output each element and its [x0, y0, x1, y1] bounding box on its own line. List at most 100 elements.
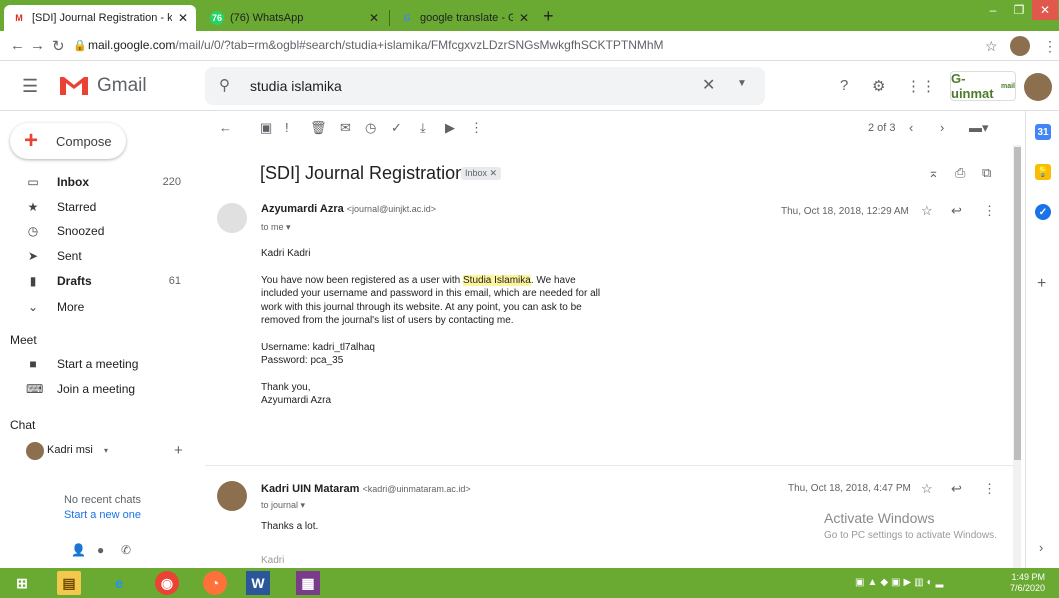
star-icon[interactable]: ☆	[921, 203, 933, 219]
reload-icon[interactable]: ↻	[52, 37, 65, 55]
start-meeting-item[interactable]: ■ Start a meeting	[0, 352, 205, 376]
browser-menu-icon[interactable]: ⋮	[1043, 38, 1057, 55]
calendar-icon[interactable]: 31	[1035, 124, 1051, 140]
chat-user-name: Kadri msi	[47, 444, 93, 456]
scrollbar-thumb[interactable]	[1014, 147, 1021, 460]
bookmark-star-icon[interactable]: ☆	[985, 38, 998, 55]
clear-search-icon[interactable]: ✕	[702, 75, 715, 95]
mark-unread-icon[interactable]: ✉	[340, 120, 351, 136]
message-sender[interactable]: Kadri UIN Mataram <kadri@uinmataram.ac.i…	[261, 483, 471, 495]
minimize-icon[interactable]: –	[980, 0, 1006, 20]
print-icon[interactable]: ⎙	[955, 165, 965, 181]
add-task-icon[interactable]: ✓	[391, 120, 402, 136]
reply-icon[interactable]: ↩	[951, 203, 962, 219]
sidebar-item-inbox[interactable]: ▭ Inbox 220	[0, 170, 205, 194]
chevron-down-icon[interactable]: ▾	[104, 446, 108, 455]
hangouts-icon[interactable]: ●	[97, 543, 104, 557]
search-input[interactable]: studia islamika	[250, 78, 342, 94]
label-icon[interactable]: ▶	[445, 120, 455, 136]
sidebar-item-sent[interactable]: ➤ Sent	[0, 244, 205, 268]
internet-explorer-icon[interactable]: e	[107, 571, 131, 595]
browser-profile-avatar[interactable]	[1010, 36, 1030, 56]
snooze-icon[interactable]: ◷	[365, 120, 376, 136]
account-avatar[interactable]	[1024, 73, 1052, 101]
compose-button[interactable]: + Compose	[10, 123, 126, 159]
sidebar-item-starred[interactable]: ★ Starred	[0, 195, 205, 219]
tab-gmail[interactable]: M [SDI] Journal Registration - kadri ✕	[4, 5, 196, 31]
report-spam-icon[interactable]: !	[285, 120, 289, 135]
search-icon[interactable]: ⚲	[219, 76, 230, 94]
sidebar-item-snoozed[interactable]: ◷ Snoozed	[0, 219, 205, 243]
phone-icon[interactable]: ✆	[121, 543, 131, 557]
back-arrow-icon[interactable]: ←	[10, 37, 25, 54]
tab-google-search[interactable]: G google translate - Google Search ✕	[392, 5, 537, 31]
move-to-icon[interactable]: ⤓	[420, 120, 426, 136]
newer-chevron-icon[interactable]: ‹	[909, 120, 913, 135]
sender-avatar	[217, 203, 247, 233]
delete-icon[interactable]: 🗑	[310, 120, 327, 136]
expand-panel-icon[interactable]: ›	[1039, 540, 1043, 555]
meet-heading: Meet	[10, 333, 37, 347]
system-tray-icons[interactable]: ▣▲◆▣▶▥◐▂	[855, 577, 946, 588]
windows-start-icon[interactable]: ⊞	[10, 571, 34, 595]
close-icon[interactable]: ✕	[369, 11, 379, 25]
open-new-window-icon[interactable]: ⧉	[982, 165, 991, 181]
person-icon[interactable]: 👤	[71, 543, 86, 557]
more-icon[interactable]: ⋮	[983, 481, 996, 497]
close-icon[interactable]: ✕	[178, 11, 188, 25]
search-options-icon[interactable]: ▼	[737, 78, 747, 89]
search-box[interactable]: ⚲ studia islamika ✕ ▼	[205, 67, 765, 105]
back-to-search-icon[interactable]: ←	[219, 120, 232, 135]
reply-icon[interactable]: ↩	[951, 481, 962, 497]
input-tools-icon[interactable]: ▬▾	[969, 120, 989, 136]
window-close-icon[interactable]: ✕	[1032, 0, 1058, 20]
side-panel: 31 💡 ✓ + ›	[1025, 111, 1059, 568]
keep-icon[interactable]: 💡	[1035, 164, 1051, 180]
star-icon[interactable]: ☆	[921, 481, 933, 497]
gmail-title: Gmail	[97, 75, 147, 96]
main-menu-icon[interactable]: ☰	[22, 76, 38, 97]
settings-gear-icon[interactable]: ⚙	[872, 77, 885, 95]
collapse-all-icon[interactable]: ⌅	[928, 165, 939, 181]
more-icon[interactable]: ⋮	[983, 203, 996, 219]
apps-grid-icon[interactable]: ⋮⋮	[906, 77, 936, 95]
sidebar-item-label: Starred	[57, 200, 97, 214]
body-line: Azyumardi Azra	[261, 395, 332, 406]
recipients-toggle[interactable]: to me ▾	[261, 222, 291, 233]
body-line: Thanks a lot.	[261, 521, 319, 532]
message-sender[interactable]: Azyumardi Azra <journal@uinjkt.ac.id>	[261, 203, 436, 215]
meet-item-label: Start a meeting	[57, 357, 139, 371]
help-icon[interactable]: ?	[840, 77, 848, 94]
chat-user-item[interactable]: Kadri msi ▾ +	[0, 438, 205, 462]
gmail-logo-icon[interactable]	[58, 73, 90, 97]
sidebar-item-more[interactable]: ⌄ More	[0, 295, 205, 319]
new-tab-button[interactable]: +	[543, 6, 554, 27]
body-line: removed from the journal's list of users…	[261, 315, 514, 326]
get-addons-icon[interactable]: +	[1037, 275, 1046, 293]
taskbar-clock[interactable]: 1:49 PM 7/6/2020	[1010, 572, 1045, 594]
sidebar-item-drafts[interactable]: ▮ Drafts 61	[0, 269, 205, 293]
inbox-label-badge[interactable]: Inbox ✕	[461, 167, 502, 180]
older-chevron-icon[interactable]: ›	[940, 120, 944, 135]
tasks-icon[interactable]: ✓	[1035, 204, 1051, 220]
forward-arrow-icon[interactable]: →	[30, 37, 45, 54]
sidebar-item-count: 61	[168, 275, 181, 287]
url-field[interactable]: mail.google.com/mail/u/0/?tab=rm&ogbl#se…	[88, 38, 664, 52]
winrar-icon[interactable]: ▦	[296, 571, 320, 595]
recipients-toggle[interactable]: to journal ▾	[261, 500, 305, 511]
archive-icon[interactable]: ▣	[260, 120, 272, 136]
join-meeting-item[interactable]: ⌨ Join a meeting	[0, 377, 205, 401]
restore-icon[interactable]: ❐	[1006, 0, 1032, 20]
more-options-icon[interactable]: ⋮	[470, 120, 483, 136]
word-icon[interactable]: W	[246, 571, 270, 595]
firefox-icon[interactable]: ◔	[203, 571, 227, 595]
sender-name: Kadri UIN Mataram	[261, 483, 360, 495]
brand-logo[interactable]: G-uinmat mail	[950, 71, 1016, 101]
file-explorer-icon[interactable]: ▤	[57, 571, 81, 595]
close-icon[interactable]: ✕	[519, 11, 529, 25]
start-new-chat-link[interactable]: Start a new one	[0, 509, 205, 521]
tab-whatsapp[interactable]: 76 (76) WhatsApp ✕	[202, 5, 387, 31]
chrome-icon[interactable]: ◉	[155, 571, 179, 595]
message-date: Thu, Oct 18, 2018, 12:29 AM	[781, 206, 909, 217]
add-chat-icon[interactable]: +	[174, 442, 183, 459]
